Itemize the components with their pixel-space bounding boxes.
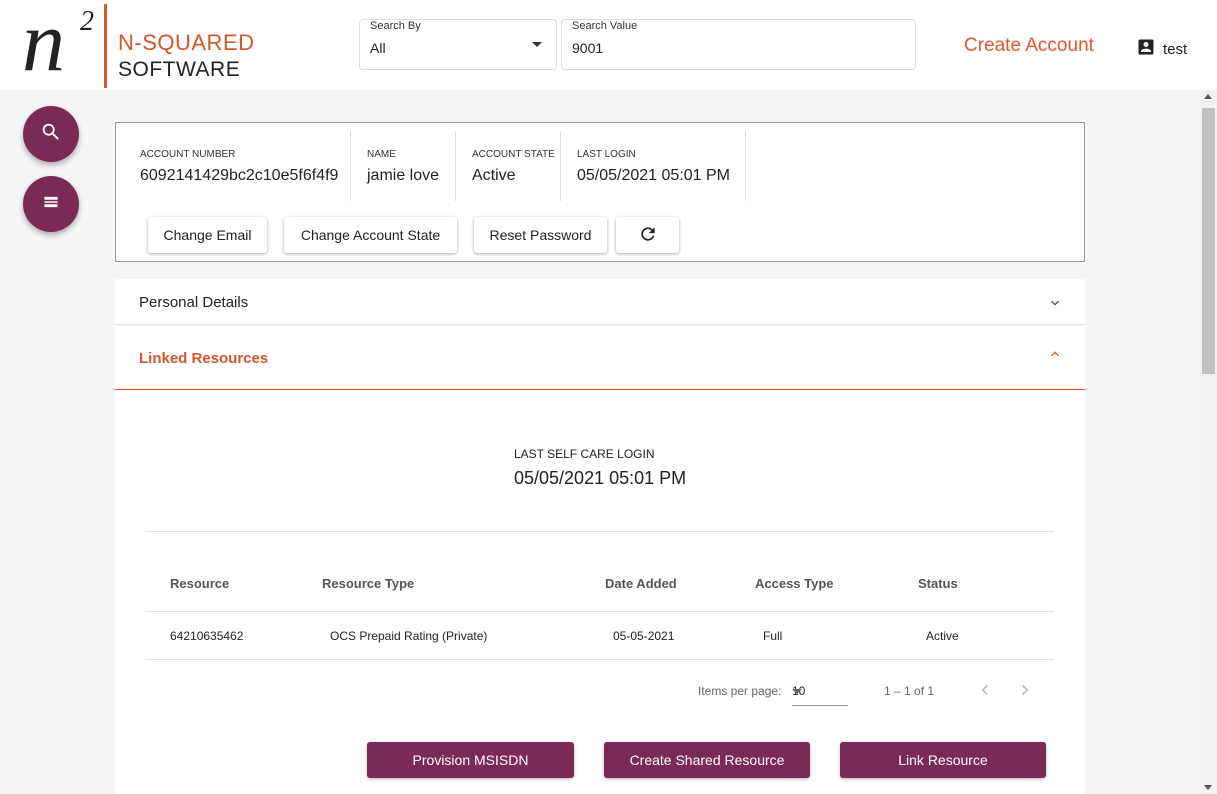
change-account-state-button[interactable]: Change Account State (284, 217, 457, 253)
create-shared-resource-button[interactable]: Create Shared Resource (604, 742, 810, 778)
linked-resources-panel: Linked Resources LAST SELF CARE LOGIN 05… (115, 326, 1085, 794)
chevron-left-icon (975, 680, 995, 705)
search-by-value: All (370, 40, 386, 56)
scroll-down-arrow-icon[interactable] (1204, 785, 1212, 790)
search-value-input[interactable] (572, 40, 902, 56)
logo-superscript: 2 (80, 6, 94, 37)
items-per-page-label: Items per page: (698, 684, 782, 698)
column-header-resource-type[interactable]: Resource Type (322, 576, 414, 591)
dropdown-arrow-icon (532, 42, 542, 47)
link-resource-button[interactable]: Link Resource (840, 742, 1046, 778)
section-divider (145, 531, 1054, 532)
account-state-value: Active (472, 167, 516, 184)
column-header-resource[interactable]: Resource (170, 576, 229, 591)
cell-resource: 64210635462 (170, 629, 244, 643)
dropdown-arrow-icon (792, 689, 802, 694)
account-number-value: 6092141429bc2c10e5f6f4f9 (140, 167, 339, 184)
refresh-icon (638, 224, 658, 247)
linked-resources-title: Linked Resources (139, 350, 269, 367)
app-header: n 2 N-SQUARED SOFTWARE Search By All Sea… (0, 0, 1217, 90)
page-scrollbar[interactable] (1200, 90, 1217, 794)
last-self-care-login-value: 05/05/2021 05:01 PM (514, 468, 687, 488)
account-state-label: ACCOUNT STATE (472, 149, 555, 160)
search-value-label: Search Value (572, 20, 638, 32)
account-summary-card: ACCOUNT NUMBER 6092141429bc2c10e5f6f4f9 … (115, 122, 1085, 262)
search-fab[interactable] (23, 106, 79, 162)
username: test (1163, 40, 1188, 58)
name-label: NAME (367, 149, 396, 160)
last-self-care-login-label: LAST SELF CARE LOGIN (514, 447, 655, 461)
previous-page-button[interactable] (971, 678, 999, 706)
table-header-divider (145, 611, 1054, 612)
cell-access-type: Full (763, 629, 783, 643)
last-login-value: 05/05/2021 05:01 PM (577, 167, 731, 184)
scrollbar-thumb[interactable] (1202, 108, 1215, 374)
change-email-button[interactable]: Change Email (148, 217, 267, 253)
personal-details-panel[interactable]: Personal Details (115, 279, 1085, 325)
search-by-label: Search By (370, 20, 421, 32)
personal-details-title: Personal Details (139, 294, 249, 311)
divider (455, 131, 456, 201)
cell-date-added: 05-05-2021 (613, 629, 675, 643)
n-squared-logo[interactable]: n 2 N-SQUARED SOFTWARE (18, 0, 258, 88)
column-header-access-type[interactable]: Access Type (755, 576, 834, 591)
linked-resources-header[interactable]: Linked Resources (115, 326, 1085, 389)
account-box-icon (1136, 37, 1156, 61)
chevron-down-icon (1047, 295, 1063, 316)
cell-resource-type: OCS Prepaid Rating (Private) (330, 629, 488, 643)
items-per-page-select[interactable]: 10 (792, 678, 848, 706)
account-number-label: ACCOUNT NUMBER (140, 149, 236, 160)
search-value-field: Search Value (561, 19, 916, 70)
search-by-select[interactable]: Search By All (359, 19, 557, 70)
chevron-right-icon (1015, 680, 1035, 705)
column-header-date-added[interactable]: Date Added (605, 576, 677, 591)
logo-line1: N-SQUARED (118, 30, 255, 55)
logo-divider (104, 4, 107, 88)
reset-password-button[interactable]: Reset Password (474, 217, 607, 253)
scroll-up-arrow-icon[interactable] (1204, 94, 1212, 99)
cell-status: Active (926, 629, 959, 643)
refresh-button[interactable] (616, 217, 679, 253)
user-menu[interactable]: test (1136, 37, 1187, 61)
logo-line2: SOFTWARE (118, 58, 241, 81)
create-account-link[interactable]: Create Account (964, 35, 1094, 57)
search-icon (40, 121, 62, 148)
list-icon (40, 191, 62, 218)
divider (745, 131, 746, 201)
logo-letter: n (22, 0, 65, 89)
next-page-button[interactable] (1011, 678, 1039, 706)
column-header-status[interactable]: Status (918, 576, 958, 591)
divider (350, 131, 351, 201)
table-row-divider (145, 659, 1054, 660)
panel-header-underline (115, 389, 1085, 390)
provision-msisdn-button[interactable]: Provision MSISDN (367, 742, 574, 778)
name-value: jamie love (367, 167, 440, 184)
chevron-up-icon (1047, 346, 1063, 367)
divider (560, 131, 561, 201)
menu-fab[interactable] (23, 176, 79, 232)
last-login-label: LAST LOGIN (577, 149, 636, 160)
page-range-label: 1 – 1 of 1 (884, 684, 935, 698)
